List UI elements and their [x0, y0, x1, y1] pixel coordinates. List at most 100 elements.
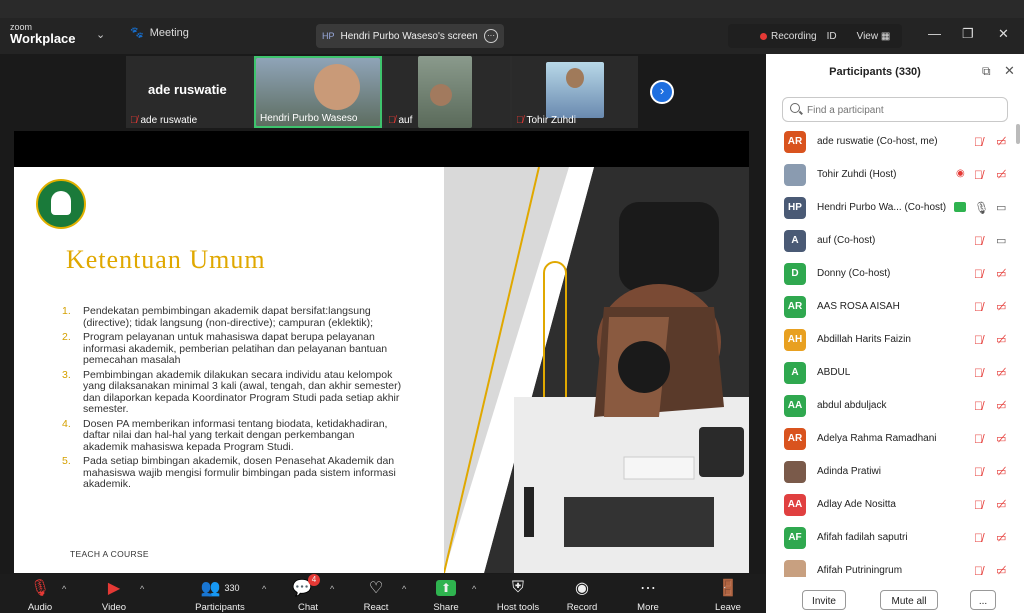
- mic-off-icon[interactable]: 🎙̸: [974, 267, 983, 281]
- video-off-icon[interactable]: ▭̸: [996, 267, 1006, 280]
- mic-on-icon[interactable]: 🎙: [974, 201, 989, 215]
- participant-row[interactable]: AR ade ruswatie (Co-host, me) 🎙̸ ▭̸: [784, 130, 1020, 156]
- host-tools-button[interactable]: ⛨ Host tools: [488, 578, 548, 613]
- pop-out-icon[interactable]: ⧉: [982, 64, 991, 79]
- video-tile[interactable]: ade ruswatie 🎙̸ ade ruswatie: [126, 56, 252, 128]
- avatar: HP: [784, 197, 806, 219]
- audio-button[interactable]: 🎙 Audio: [10, 578, 70, 613]
- participant-name: ade ruswatie (Co-host, me): [817, 136, 938, 147]
- shared-slide: Ketentuan Umum 1. Pendekatan pembimbingan…: [14, 167, 749, 573]
- participant-search[interactable]: [782, 97, 1008, 122]
- chevron-down-icon[interactable]: ⌄: [96, 28, 105, 41]
- mic-off-icon[interactable]: 🎙̸: [974, 399, 983, 413]
- mic-off-icon[interactable]: 🎙̸: [974, 234, 983, 248]
- item-text: Pembimbingan akademik dilakukan secara i…: [83, 368, 402, 415]
- chat-button[interactable]: 💬 4 Chat: [278, 574, 338, 613]
- participant-row[interactable]: AF Afifah fadilah saputri 🎙̸ ▭̸: [784, 526, 1020, 552]
- mic-off-icon[interactable]: 🎙̸: [974, 432, 983, 446]
- video-off-icon[interactable]: ▭̸: [996, 498, 1006, 511]
- meeting-id[interactable]: ID: [827, 31, 837, 42]
- mic-off-icon[interactable]: 🎙̸: [974, 333, 983, 347]
- mic-off-icon[interactable]: 🎙̸: [974, 465, 983, 479]
- mic-off-icon[interactable]: 🎙̸: [974, 300, 983, 314]
- video-off-icon[interactable]: ▭̸: [996, 432, 1006, 445]
- more-options-icon[interactable]: ···: [484, 29, 498, 43]
- video-off-icon[interactable]: ▭̸: [996, 465, 1006, 478]
- share-options-caret[interactable]: ^: [472, 584, 476, 594]
- video-tile[interactable]: 🎙̸ auf: [384, 56, 510, 128]
- video-off-icon[interactable]: ▭̸: [996, 168, 1006, 181]
- mic-off-icon[interactable]: 🎙̸: [974, 564, 983, 577]
- avatar: AA: [784, 395, 806, 417]
- record-button[interactable]: ◉ Record: [552, 578, 612, 613]
- mic-off-icon[interactable]: 🎙̸: [974, 498, 983, 512]
- leave-button[interactable]: 🚪 Leave: [698, 578, 758, 613]
- video-off-icon[interactable]: ▭̸: [996, 135, 1006, 148]
- next-page-button[interactable]: ›: [650, 80, 674, 104]
- participant-row[interactable]: Aauf (Co-host) 🎙̸ ▭: [784, 229, 1020, 255]
- heart-icon: ♡: [368, 580, 384, 597]
- participant-row[interactable]: Tohir Zuhdi (Host) ◉ 🎙̸ ▭̸: [784, 163, 1020, 189]
- restore-button[interactable]: ❐: [962, 26, 974, 42]
- avatar: AA: [784, 494, 806, 516]
- participant-row[interactable]: AA Adlay Ade Nositta 🎙̸ ▭̸: [784, 493, 1020, 519]
- tile-label: 🎙̸ Tohir Zuhdi: [516, 115, 576, 126]
- invite-button[interactable]: Invite: [802, 590, 846, 610]
- share-button[interactable]: ⬆ Share: [416, 578, 476, 613]
- tile-name: ade ruswatie: [140, 115, 198, 126]
- participant-row[interactable]: HP Hendri Purbo Wa... (Co-host) 🎙 ▭: [784, 196, 1020, 222]
- close-panel-icon[interactable]: ✕: [1004, 63, 1015, 79]
- mic-off-icon: 🎙̸: [130, 115, 138, 126]
- host-tools-label: Host tools: [496, 602, 540, 613]
- react-button[interactable]: ♡ React: [346, 578, 406, 613]
- item-text: Dosen PA memberikan informasi tentang bi…: [83, 417, 388, 453]
- participants-button[interactable]: 👥 330 Participants: [190, 578, 250, 613]
- chat-options-caret[interactable]: ^: [330, 584, 334, 594]
- mic-off-icon[interactable]: 🎙̸: [974, 135, 983, 149]
- participant-row[interactable]: AR AAS ROSA AISAH 🎙̸ ▭̸: [784, 295, 1020, 321]
- participant-row[interactable]: D Donny (Co-host) 🎙̸ ▭̸: [784, 262, 1020, 288]
- video-options-caret[interactable]: ^: [140, 584, 144, 594]
- participant-row[interactable]: Adinda Pratiwi 🎙̸ ▭̸: [784, 460, 1020, 486]
- video-off-icon[interactable]: ▭̸: [996, 300, 1006, 313]
- panel-title: Participants (330): [829, 66, 921, 78]
- mic-off-icon[interactable]: 🎙̸: [974, 531, 983, 545]
- participant-row[interactable]: A ABDUL 🎙̸ ▭̸: [784, 361, 1020, 387]
- mic-off-icon[interactable]: 🎙̸: [974, 168, 983, 182]
- participant-row[interactable]: Afifah Putriningrum 🎙̸ ▭̸: [784, 559, 1020, 577]
- view-button[interactable]: View ▦: [857, 31, 891, 42]
- video-off-icon[interactable]: ▭̸: [996, 333, 1006, 346]
- mic-off-icon[interactable]: 🎙̸: [974, 366, 983, 380]
- participant-row[interactable]: AR Adelya Rahma Ramadhani 🎙̸ ▭̸: [784, 427, 1020, 453]
- video-off-icon[interactable]: ▭̸: [996, 399, 1006, 412]
- recording-status[interactable]: Recording: [760, 31, 817, 42]
- video-on-icon[interactable]: ▭: [996, 234, 1006, 247]
- search-input[interactable]: [805, 101, 1005, 120]
- video-tile[interactable]: 🎙̸ Tohir Zuhdi: [512, 56, 638, 128]
- close-button[interactable]: ✕: [998, 26, 1009, 42]
- participant-name: Tohir Zuhdi (Host): [817, 169, 897, 180]
- slide-footer: TEACH A COURSE: [70, 549, 149, 559]
- audio-options-caret[interactable]: ^: [62, 584, 66, 594]
- avatar: AF: [784, 527, 806, 549]
- react-options-caret[interactable]: ^: [402, 584, 406, 594]
- mute-all-button[interactable]: Mute all: [880, 590, 938, 610]
- more-options-button[interactable]: ...: [970, 590, 996, 610]
- minimize-button[interactable]: —: [928, 26, 941, 41]
- screen-share-indicator[interactable]: HP Hendri Purbo Waseso's screen ···: [316, 24, 504, 48]
- participant-name: Afifah Putriningrum: [817, 565, 903, 576]
- participant-name: auf (Co-host): [817, 235, 876, 246]
- video-off-icon[interactable]: ▭̸: [996, 564, 1006, 577]
- video-off-icon[interactable]: ▭̸: [996, 531, 1006, 544]
- more-button[interactable]: ⋯ More: [618, 578, 678, 613]
- item-number: 3.: [62, 368, 71, 381]
- video-button[interactable]: ▶ Video: [84, 578, 144, 613]
- video-off-icon[interactable]: ▭̸: [996, 366, 1006, 379]
- video-tile-active-speaker[interactable]: Hendri Purbo Waseso: [254, 56, 382, 128]
- participant-name: AAS ROSA AISAH: [817, 301, 900, 312]
- meeting-info[interactable]: 🐾 Meeting: [130, 26, 189, 40]
- participant-row[interactable]: AA abdul abduljack 🎙̸ ▭̸: [784, 394, 1020, 420]
- participants-options-caret[interactable]: ^: [262, 584, 266, 594]
- video-on-icon[interactable]: ▭: [996, 201, 1006, 214]
- participant-row[interactable]: AH Abdillah Harits Faizin 🎙̸ ▭̸: [784, 328, 1020, 354]
